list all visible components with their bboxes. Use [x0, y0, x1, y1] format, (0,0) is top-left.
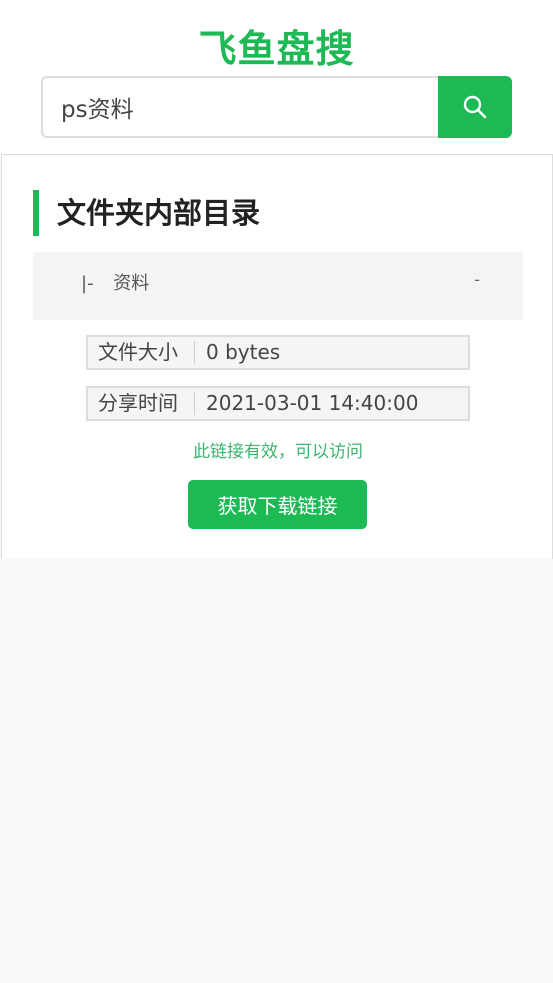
tree-item-size: - — [474, 270, 480, 289]
file-detail-card: 文件夹内部目录 |- 资料 - 文件大小 0 bytes 分享时间 2021-0… — [1, 154, 553, 559]
share-time-row: 分享时间 2021-03-01 14:40:00 — [86, 386, 470, 421]
file-size-value: 0 bytes — [206, 340, 281, 364]
search-input[interactable] — [41, 76, 441, 138]
folder-directory-title: 文件夹内部目录 — [33, 190, 260, 236]
tree-item-name: 资料 — [113, 273, 150, 294]
search-icon — [463, 95, 487, 119]
file-size-row: 文件大小 0 bytes — [86, 335, 470, 370]
search-button[interactable] — [438, 76, 512, 138]
file-size-label: 文件大小 — [88, 341, 195, 364]
share-time-value: 2021-03-01 14:40:00 — [206, 391, 419, 415]
tree-branch-marker: |- — [81, 273, 94, 294]
link-status-text: 此链接有效，可以访问 — [193, 442, 363, 462]
folder-tree-item: |- 资料 — [81, 269, 481, 295]
get-download-link-button[interactable]: 获取下载链接 — [188, 480, 367, 529]
site-logo[interactable]: 飞鱼盘搜 — [0, 18, 553, 73]
share-time-label: 分享时间 — [88, 392, 195, 415]
site-header: 飞鱼盘搜 — [0, 0, 553, 154]
search-bar — [41, 76, 512, 138]
folder-tree: |- 资料 - — [33, 252, 523, 320]
